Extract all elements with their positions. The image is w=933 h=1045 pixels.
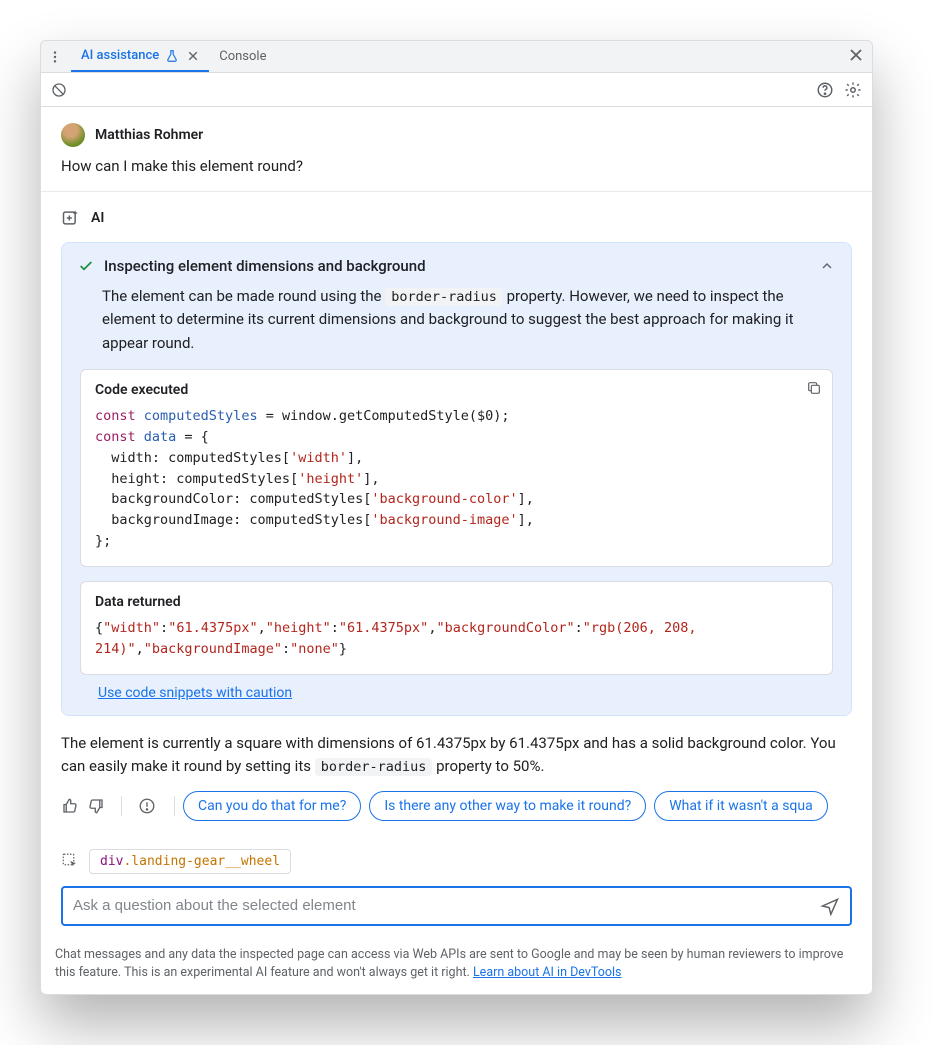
inline-code: border-radius	[315, 758, 433, 776]
ai-sparkle-icon	[61, 208, 81, 228]
toolbar	[41, 73, 872, 107]
code-executed-label: Code executed	[95, 382, 818, 398]
copy-icon[interactable]	[806, 380, 822, 396]
inspect-title: Inspecting element dimensions and backgr…	[104, 257, 426, 275]
select-element-icon[interactable]	[61, 852, 79, 870]
user-header: Matthias Rohmer	[61, 123, 852, 147]
report-icon[interactable]	[138, 797, 156, 815]
tab-label: Console	[219, 49, 266, 64]
check-icon	[78, 258, 94, 274]
tab-ai-assistance[interactable]: AI assistance	[71, 41, 209, 72]
devtools-panel: AI assistance Console	[40, 40, 873, 995]
user-question: How can I make this element round?	[61, 157, 852, 175]
disclaimer: Chat messages and any data the inspected…	[41, 938, 872, 994]
summary-post: property to 50%.	[432, 757, 544, 775]
thumbs-up-icon[interactable]	[61, 797, 79, 815]
clear-icon[interactable]	[51, 82, 67, 98]
suggestion-chip[interactable]: Is there any other way to make it round?	[369, 791, 646, 821]
summary-text: The element is currently a square with d…	[61, 732, 852, 779]
element-context: div.landing-gear__wheel	[61, 849, 852, 874]
chat-content: Matthias Rohmer How can I make this elem…	[41, 107, 872, 938]
data-returned-card: Data returned {"width":"61.4375px","heig…	[80, 581, 833, 675]
ask-input[interactable]	[73, 897, 820, 914]
inspect-body: The element can be made round using the …	[62, 285, 851, 355]
ask-input-row[interactable]	[61, 886, 852, 926]
tab-label: AI assistance	[81, 48, 159, 63]
inspect-card: Inspecting element dimensions and backgr…	[61, 242, 852, 716]
close-tab-icon[interactable]	[187, 50, 199, 62]
feedback-row: Can you do that for me? Is there any oth…	[61, 791, 852, 821]
ctx-tag: div	[100, 854, 123, 869]
send-icon[interactable]	[820, 896, 840, 916]
data-returned-label: Data returned	[95, 594, 818, 610]
inspect-text-pre: The element can be made round using the	[102, 287, 385, 305]
thumbs-down-icon[interactable]	[87, 797, 105, 815]
user-name: Matthias Rohmer	[95, 127, 203, 143]
help-icon[interactable]	[816, 81, 834, 99]
tab-console[interactable]: Console	[209, 41, 276, 72]
suggestion-chip[interactable]: What if it wasn't a squa	[654, 791, 828, 821]
suggestion-chip[interactable]: Can you do that for me?	[183, 791, 361, 821]
context-element-chip[interactable]: div.landing-gear__wheel	[89, 849, 291, 874]
data-returned-block: {"width":"61.4375px","height":"61.4375px…	[95, 618, 818, 660]
inline-code: border-radius	[385, 288, 503, 306]
ai-header: AI	[61, 208, 852, 228]
divider	[174, 796, 175, 816]
code-executed-block: const computedStyles = window.getCompute…	[95, 406, 818, 552]
settings-icon[interactable]	[844, 81, 862, 99]
flask-icon	[165, 49, 179, 63]
chevron-up-icon[interactable]	[819, 258, 835, 274]
ai-label: AI	[91, 210, 104, 226]
divider	[41, 191, 872, 192]
disclaimer-link[interactable]: Learn about AI in DevTools	[473, 965, 622, 980]
inspect-header[interactable]: Inspecting element dimensions and backgr…	[62, 243, 851, 285]
more-icon[interactable]	[45, 47, 65, 67]
caution-link[interactable]: Use code snippets with caution	[80, 675, 310, 701]
disclaimer-text: Chat messages and any data the inspected…	[55, 947, 843, 980]
code-executed-card: Code executed const computedStyles = win…	[80, 369, 833, 567]
ctx-class: .landing-gear__wheel	[123, 854, 280, 869]
divider	[121, 796, 122, 816]
close-panel-icon[interactable]	[848, 47, 864, 63]
avatar	[61, 123, 85, 147]
tab-bar: AI assistance Console	[41, 41, 872, 73]
